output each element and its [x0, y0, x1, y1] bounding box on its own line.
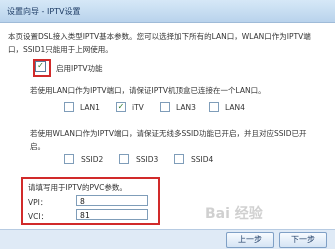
- vci-label: VCI：: [28, 212, 49, 221]
- ssid2-label: SSID2: [81, 155, 104, 164]
- lan1-checkbox[interactable]: [64, 102, 74, 112]
- vci-input[interactable]: 81: [76, 209, 148, 220]
- pvc-heading: 请填写用于IPTV的PVC参数。: [28, 183, 127, 192]
- lan-instructions: 若使用LAN口作为IPTV端口，请保证IPTV机顶盒已连接在一个LAN口。: [30, 86, 266, 95]
- description-text: 本页设置DSL接入类型IPTV基本参数。您可以选择加下所有的LAN口，WLAN口…: [8, 32, 311, 54]
- lan4-checkbox[interactable]: [209, 102, 219, 112]
- enable-iptv-label: 启用IPTV功能: [56, 64, 103, 73]
- itv-checkbox[interactable]: ✓: [116, 102, 126, 112]
- footer-bar: 上一步 下一步: [0, 229, 335, 249]
- watermark: Bai 经验: [205, 206, 263, 222]
- ssid3-checkbox[interactable]: [119, 154, 129, 164]
- lan4-label: LAN4: [225, 103, 245, 112]
- ssid3-label: SSID3: [136, 155, 159, 164]
- ssid2-checkbox[interactable]: [64, 154, 74, 164]
- vpi-label: VPI：: [28, 198, 48, 207]
- itv-label: iTV: [132, 103, 144, 112]
- window-title: 设置向导 - IPTV设置: [7, 7, 81, 16]
- next-button[interactable]: 下一步: [279, 232, 327, 248]
- enable-iptv-checkbox[interactable]: ✓: [35, 61, 46, 72]
- lan1-label: LAN1: [80, 103, 100, 112]
- vpi-input[interactable]: 8: [76, 195, 148, 206]
- lan3-checkbox[interactable]: [160, 102, 170, 112]
- previous-button[interactable]: 上一步: [226, 232, 274, 248]
- lan3-label: LAN3: [176, 103, 196, 112]
- wlan-instructions: 若使用WLAN口作为IPTV端口，请保证无线多SSID功能已开启，并且对应SSI…: [30, 129, 307, 151]
- ssid4-label: SSID4: [191, 155, 214, 164]
- title-bar: 设置向导 - IPTV设置: [0, 0, 335, 23]
- ssid4-checkbox[interactable]: [174, 154, 184, 164]
